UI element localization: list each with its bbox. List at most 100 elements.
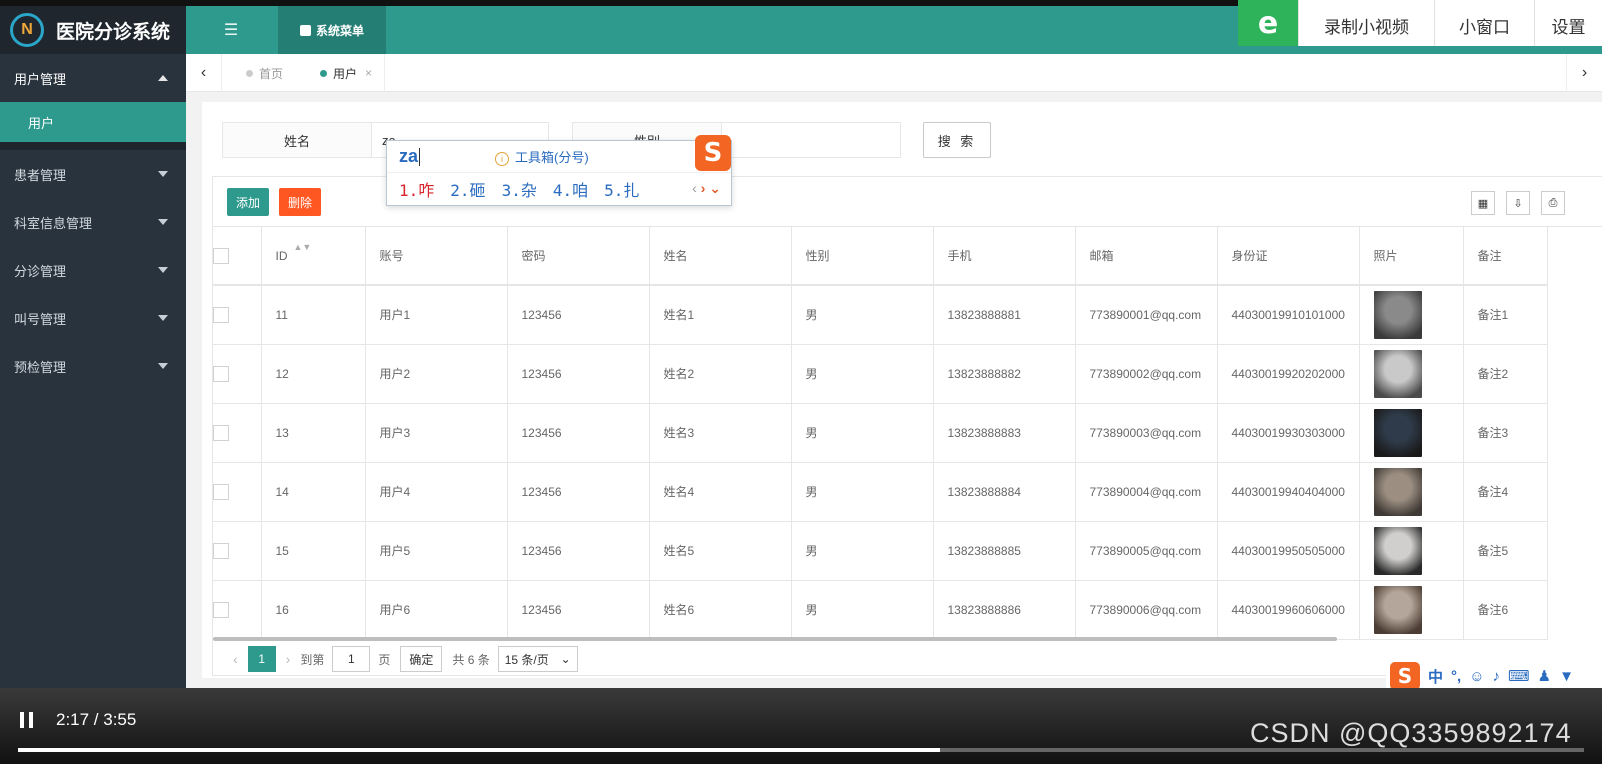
ime-candidate[interactable]: 2.砸	[450, 177, 485, 201]
table-cell: 男	[791, 403, 934, 463]
sidebar-group-label: 科室信息管理	[14, 215, 93, 231]
chevron-down-icon: ⌄	[560, 652, 571, 666]
sidebar-item-user[interactable]: 用户	[0, 102, 186, 142]
ime-candidate-popup: za i 工具箱(分号) S 1.咋 2.砸 3.杂 4.咱 5.扎 ‹ › ⌄	[386, 135, 732, 206]
photo-cell	[1359, 285, 1464, 345]
table-row[interactable]: 13 用户3 123456 姓名3 男 13823888883 773890003@qq.c…	[213, 403, 1548, 463]
page-1-button[interactable]: 1	[247, 646, 276, 672]
sidebar-group-precheck-management[interactable]: 预检管理	[0, 342, 186, 390]
columns-filter-icon[interactable]: ▦	[1471, 191, 1495, 215]
tabs-scroll-right-icon[interactable]: ›	[1566, 54, 1602, 92]
sidebar-group-user-management[interactable]: 用户管理	[0, 54, 186, 102]
ime-candidate[interactable]: 3.杂	[502, 177, 537, 201]
ime-composition-row: za i 工具箱(分号) S	[387, 135, 731, 173]
goto-confirm-button[interactable]: 确定	[400, 646, 443, 672]
name-label: 姓名	[222, 122, 372, 158]
table-cell: 44030019960606000	[1217, 580, 1360, 640]
info-icon: i	[495, 152, 509, 166]
menu-toggle-icon[interactable]: ☰	[186, 6, 276, 54]
sidebar-group-triage-management[interactable]: 分诊管理	[0, 246, 186, 294]
settings-button[interactable]: 设置	[1534, 0, 1602, 46]
ime-candidate[interactable]: 4.咱	[553, 177, 588, 201]
tab-dot-icon	[246, 69, 253, 77]
search-button[interactable]: 搜 索	[923, 122, 991, 158]
table-header-row: ID▲▼ 账号 密码 姓名 性别 手机 邮箱 身份证 照片 备注	[213, 227, 1548, 286]
table-cell: 男	[791, 521, 934, 581]
export-icon[interactable]: ⇩	[1506, 191, 1530, 215]
sidebar: N 医院分诊系统 用户管理 用户 患者管理 科室信息管理 分诊管理 叫号管理 预…	[0, 6, 186, 764]
goto-page-input[interactable]: 1	[332, 646, 371, 672]
keyboard-icon[interactable]: ⌨	[1508, 667, 1530, 685]
video-progress-bar[interactable]	[18, 748, 1584, 752]
gender-input[interactable]	[721, 122, 901, 158]
sidebar-group-patient-management[interactable]: 患者管理	[0, 150, 186, 198]
table-cell: 备注6	[1463, 580, 1548, 640]
column-header-id[interactable]: ID▲▼	[261, 227, 366, 286]
delete-button[interactable]: 删除	[279, 188, 321, 216]
mini-window-button[interactable]: 小窗口	[1434, 0, 1534, 46]
ime-mode-toggle[interactable]: 中	[1428, 666, 1443, 687]
table-cell: 773890004@qq.com	[1075, 462, 1218, 522]
microphone-icon[interactable]: ♪	[1493, 668, 1501, 685]
sort-icon[interactable]: ▲▼	[294, 242, 312, 252]
row-checkbox[interactable]	[213, 483, 229, 500]
table-cell: 备注3	[1463, 403, 1548, 463]
column-header: 性别	[791, 227, 934, 286]
table-cell: 姓名1	[649, 285, 792, 345]
ime-page-nav[interactable]: ‹ › ⌄	[692, 180, 721, 197]
ime-candidate[interactable]: 5.扎	[604, 177, 639, 201]
table-cell: 14	[261, 462, 366, 522]
user-icon[interactable]: ♟	[1538, 667, 1551, 685]
ime-candidates: 1.咋 2.砸 3.杂 4.咱 5.扎	[387, 173, 731, 205]
ime-candidate[interactable]: 1.咋	[399, 177, 434, 201]
caret-down-icon	[158, 219, 168, 225]
table-cell: 123456	[507, 580, 650, 640]
page-size-select[interactable]: 15 条/页 ⌄	[497, 646, 578, 672]
user-photo	[1373, 526, 1422, 575]
tab-user[interactable]: 用户 ×	[320, 54, 386, 92]
row-checkbox[interactable]	[213, 601, 229, 618]
sidebar-group-department-management[interactable]: 科室信息管理	[0, 198, 186, 246]
table-row[interactable]: 12 用户2 123456 姓名2 男 13823888882 773890002@qq.c…	[213, 344, 1548, 404]
tab-home[interactable]: 首页	[246, 54, 283, 92]
add-button[interactable]: 添加	[227, 188, 269, 216]
tab-dot-icon	[320, 69, 327, 77]
system-menu-tab[interactable]: 系统菜单	[278, 6, 386, 54]
sidebar-group-label: 叫号管理	[14, 311, 67, 327]
skin-icon[interactable]: ▼	[1559, 668, 1574, 685]
row-checkbox[interactable]	[213, 365, 229, 382]
app-title: 医院分诊系统	[56, 20, 171, 43]
recorder-logo-icon: e	[1238, 0, 1298, 46]
row-checkbox[interactable]	[213, 306, 229, 323]
ime-toolbox-link[interactable]: i 工具箱(分号)	[495, 147, 589, 166]
ime-caret	[419, 147, 421, 166]
table-row[interactable]: 16 用户6 123456 姓名6 男 13823888886 773890006@qq.c…	[213, 580, 1548, 640]
ime-punctuation-toggle[interactable]: °,	[1451, 668, 1461, 685]
table-row[interactable]: 11 用户1 123456 姓名1 男 13823888881 773890001@qq.c…	[213, 285, 1548, 345]
table-cell: 13823888881	[933, 285, 1076, 345]
prev-page-icon[interactable]: ‹	[233, 651, 238, 667]
table-row[interactable]: 14 用户4 123456 姓名4 男 13823888884 773890004@qq.c…	[213, 462, 1548, 522]
sidebar-group-label: 用户管理	[14, 71, 67, 87]
table-cell: 男	[791, 344, 934, 404]
next-page-icon[interactable]: ›	[286, 651, 291, 667]
tab-close-icon[interactable]: ×	[365, 66, 372, 80]
sidebar-group-calling-management[interactable]: 叫号管理	[0, 294, 186, 342]
watermark: CSDN @QQ3359892174	[1250, 718, 1572, 748]
print-icon[interactable]: ⎙	[1541, 191, 1565, 215]
select-all-checkbox[interactable]	[213, 247, 229, 264]
emoji-icon[interactable]: ☺	[1469, 668, 1484, 685]
photo-cell	[1359, 462, 1464, 522]
row-checkbox[interactable]	[213, 424, 229, 441]
user-photo	[1373, 408, 1422, 457]
column-header: 身份证	[1217, 227, 1360, 286]
row-checkbox[interactable]	[213, 542, 229, 559]
tabs-scroll-left-icon[interactable]: ‹	[186, 54, 222, 92]
table-cell: 13	[261, 403, 366, 463]
column-header: 邮箱	[1075, 227, 1218, 286]
pause-icon[interactable]	[20, 712, 34, 728]
table-cell: 773890001@qq.com	[1075, 285, 1218, 345]
video-progress-fill	[18, 748, 940, 752]
record-video-button[interactable]: 录制小视频	[1298, 0, 1434, 46]
table-row[interactable]: 15 用户5 123456 姓名5 男 13823888885 773890005@qq.c…	[213, 521, 1548, 581]
